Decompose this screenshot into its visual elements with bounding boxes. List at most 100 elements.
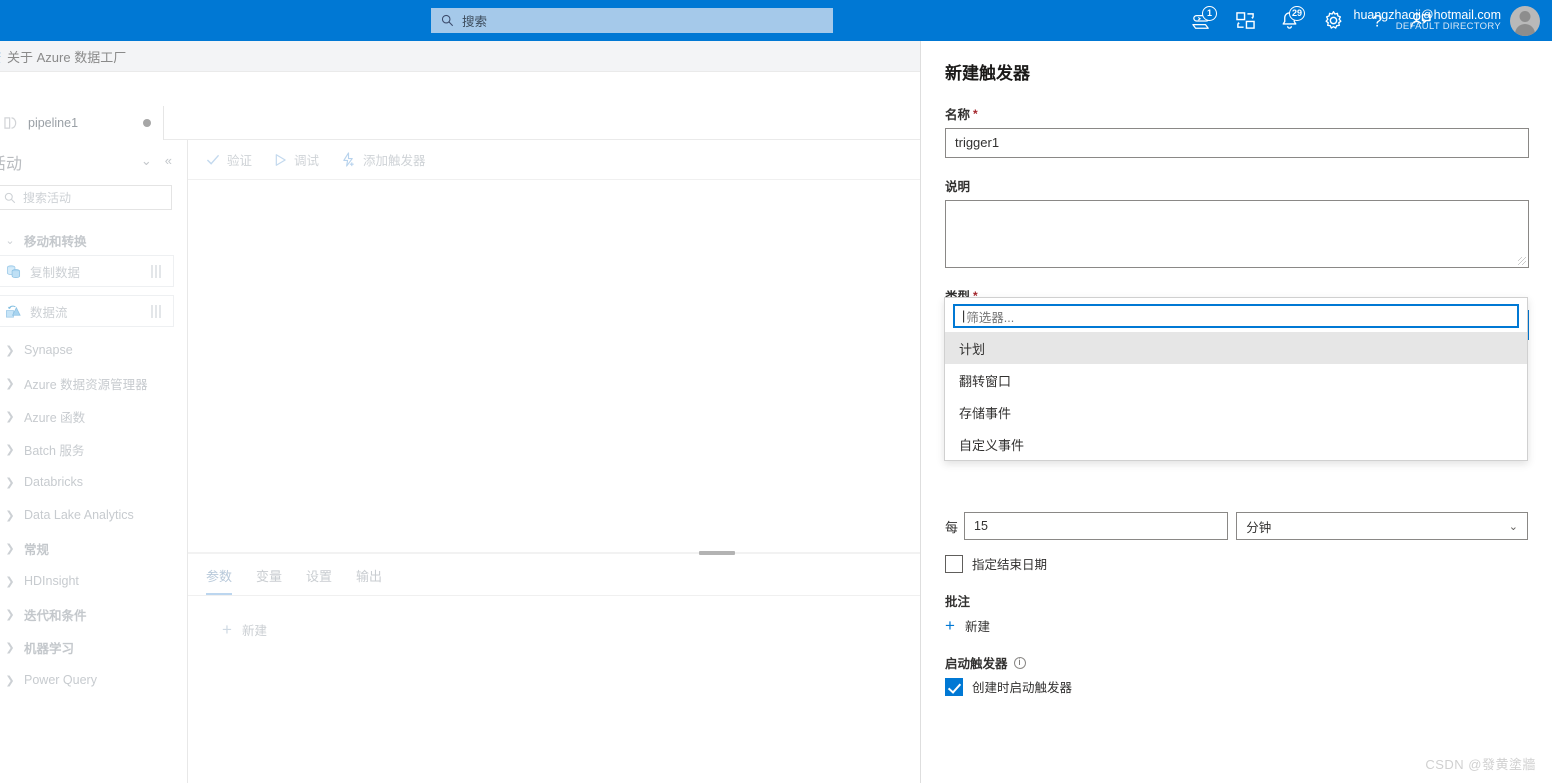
activity-group-5[interactable]: ❯ Databricks <box>0 467 187 497</box>
name-label: 名称 * <box>945 104 1528 123</box>
activity-group-6[interactable]: ❯ Data Lake Analytics <box>0 500 187 530</box>
activated-label-text: 启动触发器 <box>945 657 1008 671</box>
add-trigger-icon <box>343 152 354 167</box>
chevron-right-icon: ❯ <box>5 674 15 687</box>
check-icon <box>206 154 220 165</box>
account-text: huangzhaoji@hotmail.com DEFAULT DIRECTOR… <box>1354 8 1502 33</box>
activity-item-copy-data[interactable]: 复制数据 <box>0 255 174 287</box>
chevron-down-icon: ⌄ <box>5 234 15 247</box>
chevron-right-icon: ❯ <box>5 377 15 390</box>
activity-group-4[interactable]: ❯ Batch 服务 <box>0 434 187 464</box>
azure-top-bar: 搜索 1 29 ? huangzhaoji@hotmail.com DEFAUL… <box>0 0 1552 41</box>
new-parameter-button[interactable]: + 新建 <box>222 620 267 639</box>
chevron-right-icon: ❯ <box>5 641 15 654</box>
activity-group-label: Azure 数据资源管理器 <box>24 377 148 392</box>
about-link[interactable]: 查 <box>0 47 1 66</box>
text-caret: | <box>962 309 966 323</box>
search-icon <box>441 14 454 27</box>
specify-end-date-checkbox[interactable]: 指定结束日期 <box>945 554 1528 573</box>
trigger-name-input[interactable]: trigger1 <box>945 128 1529 158</box>
trigger-description-textarea[interactable] <box>945 200 1529 268</box>
activity-item-label: 数据流 <box>30 305 68 320</box>
canvas-splitter[interactable] <box>188 552 920 554</box>
activities-title: 活动 <box>0 156 23 173</box>
play-icon <box>275 153 286 166</box>
add-trigger-button[interactable]: 添加触发器 <box>341 150 426 169</box>
drag-handle-icon[interactable] <box>151 304 161 318</box>
directory-switch-icon[interactable] <box>1232 8 1258 34</box>
activity-group-7[interactable]: ❯ 常规 <box>0 533 187 563</box>
global-search-placeholder: 搜索 <box>462 15 488 29</box>
recurrence-row: 每 15 分钟 ⌄ <box>945 512 1528 540</box>
dropdown-option-tumbling-window[interactable]: 翻转窗口 <box>945 364 1527 396</box>
activity-group-label: 移动和转换 <box>24 234 87 249</box>
watermark: CSDN @發黄塗牆 <box>1425 757 1536 772</box>
activities-search-input[interactable]: 搜索活动 <box>0 185 172 210</box>
dropdown-option-schedule[interactable]: 计划 <box>945 332 1527 364</box>
activity-group-3[interactable]: ❯ Azure 函数 <box>0 401 187 431</box>
activity-group-11[interactable]: ❯ Power Query <box>0 665 187 695</box>
cloud-shell-icon[interactable]: 1 <box>1188 5 1217 34</box>
annotations-label: 批注 <box>945 591 1528 610</box>
validate-label: 验证 <box>227 154 253 168</box>
checkbox-box <box>945 554 963 573</box>
tab-settings[interactable]: 设置 <box>306 566 332 595</box>
tab-parameters[interactable]: 参数 <box>206 566 233 595</box>
activity-group-8[interactable]: ❯ HDInsight <box>0 566 187 596</box>
settings-gear-icon[interactable] <box>1320 8 1346 34</box>
trigger-type-dropdown: | 筛选器... 计划 翻转窗口 存储事件 自定义事件 <box>944 297 1528 461</box>
cloud-shell-badge: 1 <box>1202 5 1217 21</box>
dropdown-option-custom-event[interactable]: 自定义事件 <box>945 428 1527 460</box>
tab-variables[interactable]: 变量 <box>256 566 282 595</box>
app-root: 搜索 1 29 ? huangzhaoji@hotmail.com DEFAUL… <box>0 0 1552 783</box>
global-search-input[interactable]: 搜索 <box>431 8 833 33</box>
activity-group-1[interactable]: ❯ Synapse <box>0 335 187 365</box>
pipeline-detail-tabs: 参数 变量 设置 输出 <box>188 558 920 596</box>
chevron-double-left-icon[interactable]: « <box>165 154 172 167</box>
info-icon[interactable]: i <box>1013 656 1026 669</box>
avatar[interactable] <box>1510 5 1540 36</box>
activity-group-label: HDInsight <box>24 574 79 588</box>
recurrence-unit-value: 分钟 <box>1246 520 1272 535</box>
dropdown-filter-input[interactable]: | 筛选器... <box>953 304 1519 328</box>
activity-group-2[interactable]: ❯ Azure 数据资源管理器 <box>0 368 187 398</box>
data-flow-icon <box>6 305 21 318</box>
dropdown-option-storage-event[interactable]: 存储事件 <box>945 396 1527 428</box>
chevron-double-down-icon[interactable]: ⌄ <box>141 154 152 167</box>
every-label: 每 <box>945 519 959 535</box>
description-label-text: 说明 <box>945 180 971 194</box>
activity-group-9[interactable]: ❯ 迭代和条件 <box>0 599 187 629</box>
pipeline-canvas[interactable] <box>188 180 920 553</box>
activity-group-label: Power Query <box>24 673 97 687</box>
about-bar: 查 关于 Azure 数据工厂 <box>0 41 920 72</box>
drag-handle-icon[interactable] <box>151 264 161 278</box>
add-trigger-label: 添加触发器 <box>363 154 426 168</box>
validate-button[interactable]: 验证 <box>206 150 252 169</box>
chevron-right-icon: ❯ <box>5 443 15 456</box>
canvas-toolbar: 验证 调试 添加触发器 <box>188 140 920 180</box>
pipeline-unsaved-dot <box>143 119 151 127</box>
chevron-right-icon: ❯ <box>5 575 15 588</box>
account-email: huangzhaoji@hotmail.com <box>1353 7 1502 22</box>
chevron-right-icon: ❯ <box>5 509 15 522</box>
activity-group-10[interactable]: ❯ 机器学习 <box>0 632 187 662</box>
tab-output[interactable]: 输出 <box>356 566 382 595</box>
chevron-right-icon: ❯ <box>5 542 15 555</box>
plus-icon: + <box>945 616 955 635</box>
start-trigger-on-creation-checkbox[interactable]: 创建时启动触发器 <box>945 677 1528 696</box>
notifications-bell-icon[interactable]: 29 <box>1276 5 1305 34</box>
canvas-splitter-grip[interactable] <box>699 551 735 555</box>
activity-item-data-flow[interactable]: 数据流 <box>0 295 174 327</box>
activity-group-0[interactable]: ⌄ 移动和转换 <box>0 225 187 255</box>
start-trigger-on-creation-label: 创建时启动触发器 <box>972 681 1073 695</box>
new-annotation-button[interactable]: + 新建 <box>945 616 1528 635</box>
pipeline-tab-label: pipeline1 <box>28 116 79 130</box>
name-required-marker: * <box>973 106 978 121</box>
recurrence-interval-input[interactable]: 15 <box>964 512 1229 540</box>
pipeline-tab-pipeline1[interactable]: pipeline1 <box>0 106 164 140</box>
account-menu[interactable]: huangzhaoji@hotmail.com DEFAULT DIRECTOR… <box>1354 0 1540 41</box>
recurrence-unit-combobox[interactable]: 分钟 ⌄ <box>1236 512 1528 540</box>
activities-header: 活动 ⌄ « <box>0 140 187 184</box>
debug-button[interactable]: 调试 <box>274 150 319 169</box>
description-label: 说明 <box>945 176 1528 195</box>
